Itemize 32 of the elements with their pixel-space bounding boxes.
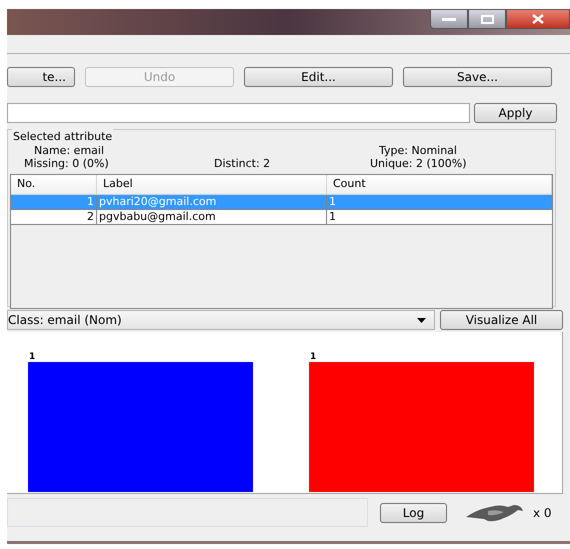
toolbar-button[interactable]: te... (7, 67, 75, 87)
filter-field[interactable] (7, 103, 470, 123)
minimize-button[interactable] (430, 9, 468, 29)
distinct-text: Distinct: 2 (213, 157, 272, 170)
column-header[interactable]: Count (327, 175, 552, 194)
table-cell-text: 1 (328, 210, 337, 224)
unique-text: Unique: 2 (100%) (370, 157, 468, 170)
bar-value-label: 1 (310, 352, 316, 362)
table-cell: 1 (11, 195, 97, 209)
close-icon (532, 14, 544, 24)
table-cell-text: 1 (328, 195, 337, 209)
toolbar-button[interactable]: Save... (403, 67, 552, 87)
task-count: x 0 (533, 504, 552, 522)
class-dropdown[interactable]: Class: email (Nom) (7, 310, 435, 330)
dropdown-arrow-icon (417, 318, 426, 322)
bar-value-label: 1 (29, 352, 36, 362)
type-text: Type: Nominal (378, 144, 458, 157)
column-header[interactable]: No. (11, 175, 97, 194)
apply-button[interactable]: Apply (474, 103, 557, 123)
table-cell: pgvbabu@gmail.com (97, 210, 327, 224)
maximize-button[interactable] (468, 9, 506, 29)
missing-text: Missing: 0 (0%) (23, 157, 110, 170)
toolbar-button[interactable]: Edit... (244, 67, 393, 87)
name-text: Name: email (33, 144, 106, 157)
bird-icon (466, 502, 524, 522)
table-cell: 2 (11, 210, 97, 224)
column-header[interactable]: Label (97, 175, 327, 194)
table-cell: pvhari20@gmail.com (97, 195, 327, 209)
close-button[interactable] (506, 9, 570, 29)
log-button[interactable]: Log (380, 502, 447, 522)
visualize-all-button[interactable]: Visualize All (440, 310, 563, 330)
table-row[interactable]: 2 pgvbabu@gmail.com 1 (11, 210, 552, 225)
